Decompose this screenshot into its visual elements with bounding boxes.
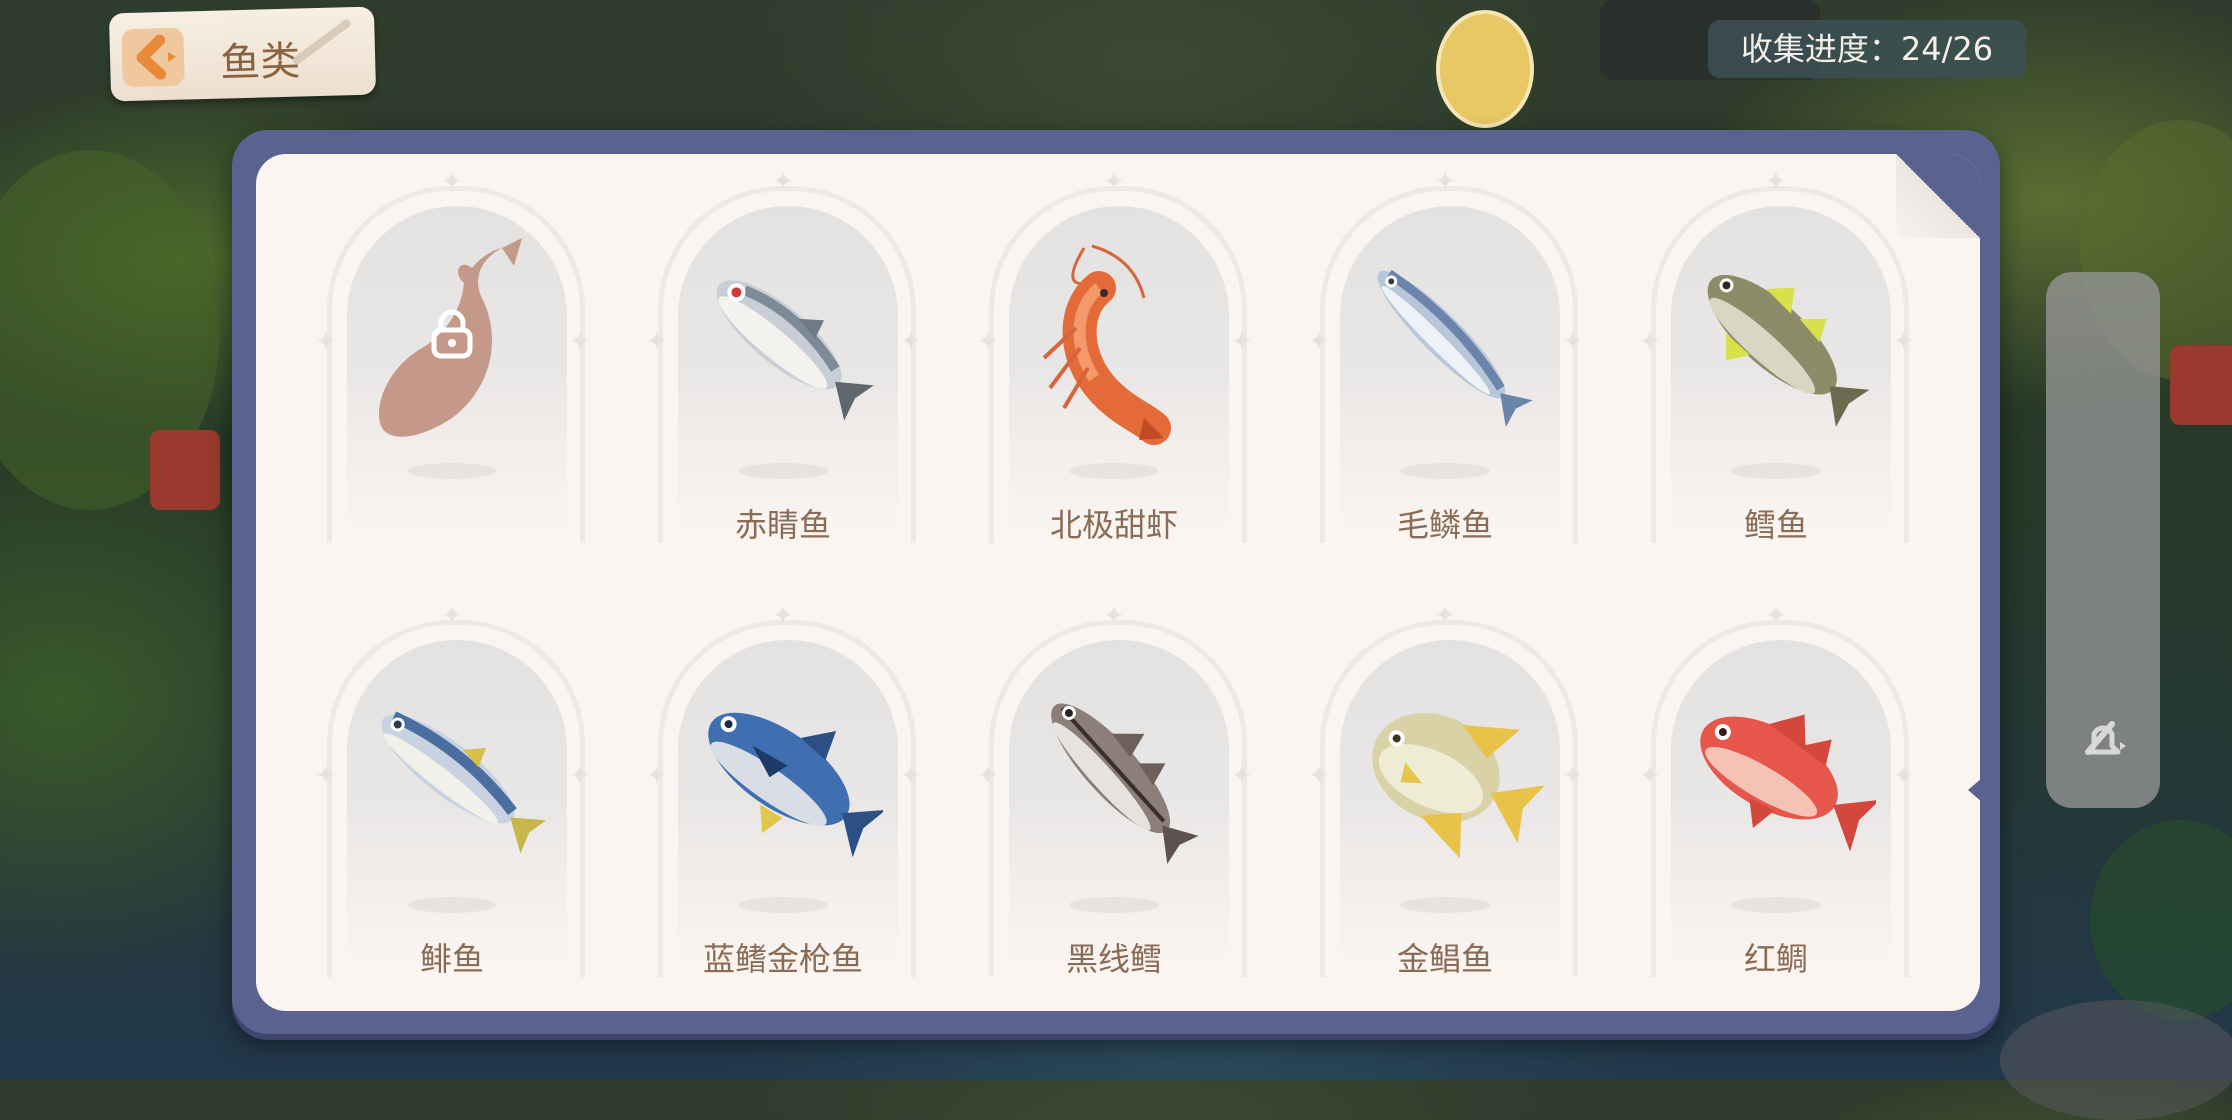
sparkle-decoration: ✦ — [1765, 167, 1787, 197]
card-frame — [407, 897, 497, 913]
sparkle-decoration: ✦ — [441, 167, 463, 197]
sparkle-decoration: ✦ — [977, 327, 999, 357]
category-title: 鱼类 — [219, 38, 301, 87]
sparkle-decoration: ✦ — [1308, 761, 1330, 791]
capelin-icon — [1377, 269, 1533, 428]
sparkle-decoration: ✦ — [772, 601, 794, 631]
mute-icon[interactable] — [2076, 712, 2130, 766]
fish-card[interactable]: ✦ ✦ ✦ 蓝鳍金枪鱼 — [646, 603, 922, 978]
haddock-icon — [1051, 703, 1199, 865]
chevron-left-icon — [136, 34, 177, 80]
sparkle-decoration: ✦ — [900, 327, 922, 357]
sparkle-decoration: ✦ — [1639, 761, 1661, 791]
background-mailbox — [2170, 345, 2232, 425]
sparkle-decoration: ✦ — [977, 761, 999, 791]
golden-pompano-icon — [1372, 713, 1545, 859]
fish-card[interactable]: ✦ ✦ ✦ 赤睛鱼 — [646, 169, 922, 544]
bluefin-tuna-icon — [708, 712, 883, 858]
panel-pointer — [1968, 778, 1982, 802]
card-frame — [738, 463, 828, 479]
card-frame — [1400, 897, 1490, 913]
sparkle-decoration: ✦ — [1308, 327, 1330, 357]
sparkle-decoration: ✦ — [1103, 167, 1125, 197]
card-frame — [1731, 897, 1821, 913]
card-frame — [407, 463, 497, 479]
fish-name-label: 红鲷 — [1743, 940, 1808, 978]
sparkle-decoration: ✦ — [315, 327, 337, 357]
fish-name-label: 赤睛鱼 — [734, 506, 831, 544]
sparkle-decoration: ✦ — [646, 761, 668, 791]
sparkle-decoration: ✦ — [1103, 601, 1125, 631]
fish-name-label: 北极甜虾 — [1049, 506, 1178, 544]
fish-card[interactable]: ✦ ✦ ✦ 鳕鱼 — [1639, 169, 1915, 544]
back-arrow-badge — [121, 27, 185, 88]
fish-card[interactable]: ✦ ✦ ✦ 鲱鱼 — [315, 603, 591, 978]
lock-icon — [431, 309, 473, 359]
sparkle-decoration: ✦ — [1562, 327, 1584, 357]
fish-name-label: 蓝鳍金枪鱼 — [702, 940, 863, 978]
tab-decoration — [291, 17, 353, 66]
sparkle-decoration: ✦ — [569, 761, 591, 791]
red-eye-fish-icon — [716, 280, 874, 421]
fish-name-label: 金鲳鱼 — [1396, 940, 1493, 978]
background-tree — [2090, 820, 2232, 1020]
fish-card[interactable]: ✦ ✦ ✦ 红鲷 — [1639, 603, 1915, 978]
sparkle-decoration: ✦ — [900, 761, 922, 791]
fish-name-label: 毛鳞鱼 — [1396, 506, 1493, 544]
back-button[interactable]: 鱼类 — [108, 6, 377, 102]
card-frame — [1069, 897, 1159, 913]
card-frame — [1400, 463, 1490, 479]
background-mailbox — [150, 430, 220, 510]
sparkle-decoration: ✦ — [315, 761, 337, 791]
collection-progress: 收集进度：24/26 — [1708, 20, 2026, 78]
fish-grid: ✦ ✦ ✦ ✦ ✦ ✦ 赤睛鱼 ✦ ✦ ✦ 北极甜虾 ✦ ✦ ✦ 毛鳞鱼 ✦ ✦… — [256, 154, 1980, 1011]
sparkle-decoration: ✦ — [1231, 327, 1253, 357]
background-character-marker — [1436, 10, 1534, 128]
sparkle-decoration: ✦ — [646, 327, 668, 357]
cod-icon — [1707, 274, 1870, 427]
fish-card-locked[interactable]: ✦ ✦ ✦ — [315, 169, 591, 543]
card-frame — [738, 897, 828, 913]
card-frame — [1069, 463, 1159, 479]
background-rock — [2000, 1000, 2232, 1120]
sparkle-decoration: ✦ — [1765, 601, 1787, 631]
card-frame — [1731, 463, 1821, 479]
sparkle-decoration: ✦ — [1434, 601, 1456, 631]
fish-card[interactable]: ✦ ✦ ✦ 毛鳞鱼 — [1308, 169, 1584, 544]
red-snapper-icon — [1700, 714, 1876, 852]
fish-card[interactable]: ✦ ✦ ✦ 黑线鳕 — [977, 603, 1253, 978]
sparkle-decoration: ✦ — [1434, 167, 1456, 197]
sparkle-decoration: ✦ — [1562, 761, 1584, 791]
collection-panel: ✦ ✦ ✦ ✦ ✦ ✦ 赤睛鱼 ✦ ✦ ✦ 北极甜虾 ✦ ✦ ✦ 毛鳞鱼 ✦ ✦… — [256, 154, 1980, 1011]
sparkle-decoration: ✦ — [569, 327, 591, 357]
herring-icon — [381, 711, 547, 854]
sparkle-decoration: ✦ — [1231, 761, 1253, 791]
sparkle-decoration: ✦ — [1893, 327, 1915, 357]
sparkle-decoration: ✦ — [1639, 327, 1661, 357]
sparkle-decoration: ✦ — [441, 601, 463, 631]
shrimp-icon — [1042, 244, 1171, 445]
side-scroll-panel[interactable] — [2046, 272, 2160, 808]
sparkle-decoration: ✦ — [772, 167, 794, 197]
fish-name-label: 黑线鳕 — [1065, 940, 1162, 978]
fish-name-label: 鲱鱼 — [419, 940, 484, 978]
fish-card[interactable]: ✦ ✦ ✦ 北极甜虾 — [977, 169, 1253, 544]
fish-name-label: 鳕鱼 — [1743, 506, 1808, 544]
sparkle-decoration: ✦ — [1893, 761, 1915, 791]
fish-card[interactable]: ✦ ✦ ✦ 金鲳鱼 — [1308, 603, 1584, 978]
